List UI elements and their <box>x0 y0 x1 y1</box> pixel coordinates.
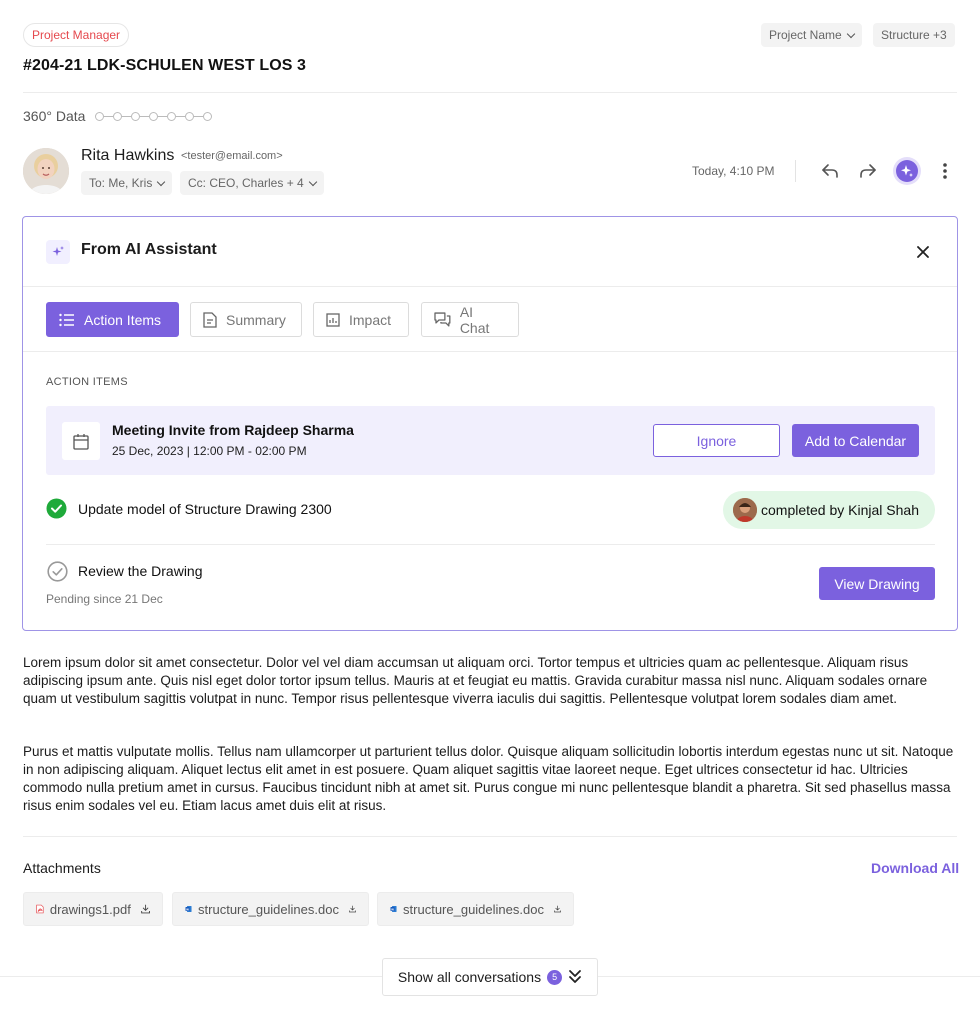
tab-impact[interactable]: Impact <box>313 302 409 337</box>
tab-ai-chat[interactable]: AI Chat <box>421 302 519 337</box>
pending-since: Pending since 21 Dec <box>46 592 163 606</box>
pending-check-icon <box>47 561 68 587</box>
avatar <box>733 498 757 522</box>
conversation-count-badge: 5 <box>547 969 563 985</box>
data360-label: 360° Data <box>23 108 86 124</box>
add-to-calendar-button[interactable]: Add to Calendar <box>792 424 919 457</box>
word-icon: W <box>390 905 397 913</box>
to-recipients-dropdown[interactable]: To: Me, Kris <box>81 171 173 195</box>
chevron-down-icon <box>308 177 317 186</box>
role-badge: Project Manager <box>23 23 130 47</box>
progress-dots-icon <box>95 111 213 121</box>
attachment-chip[interactable]: W structure_guidelines.doc <box>377 892 574 926</box>
meeting-invite-card: Meeting Invite from Rajdeep Sharma 25 De… <box>46 406 935 475</box>
show-all-conversations-button[interactable]: Show all conversations 5 <box>382 958 598 996</box>
to-label: To: Me, Kris <box>89 176 153 190</box>
structure-chip[interactable]: Structure +3 <box>873 23 955 47</box>
tab-label: AI Chat <box>459 303 490 336</box>
tab-label: Summary <box>226 311 286 328</box>
ignore-button[interactable]: Ignore <box>653 424 780 457</box>
ai-sparkle-icon <box>46 240 70 264</box>
email-timestamp: Today, 4:10 PM <box>692 164 775 178</box>
download-all-link[interactable]: Download All <box>871 860 959 876</box>
data360-row[interactable]: 360° Data <box>23 108 213 124</box>
list-icon <box>59 313 74 326</box>
panel-divider <box>23 286 957 287</box>
pending-item-text: Review the Drawing <box>78 563 203 579</box>
body-divider <box>23 836 957 837</box>
attachment-name: drawings1.pdf <box>49 901 131 917</box>
ai-sparkle-icon <box>896 160 918 182</box>
email-body-paragraph: Purus et mattis vulputate mollis. Tellus… <box>23 744 954 813</box>
project-name-dropdown[interactable]: Project Name <box>761 23 862 47</box>
svg-text:W: W <box>391 907 394 911</box>
cc-label: Cc: CEO, Charles + 4 <box>188 176 304 190</box>
tab-label: Action Items <box>84 311 162 328</box>
more-vertical-icon[interactable] <box>931 157 959 185</box>
attachment-name: structure_guidelines.doc <box>403 901 544 917</box>
section-label: ACTION ITEMS <box>46 376 128 388</box>
completed-status-badge: completed by Kinjal Shah <box>723 491 935 529</box>
chat-icon <box>434 312 451 327</box>
attachment-chip[interactable]: W structure_guidelines.doc <box>172 892 369 926</box>
tab-label: Impact <box>349 311 392 328</box>
tab-summary[interactable]: Summary <box>190 302 302 337</box>
sender-avatar <box>23 148 69 194</box>
attachment-name: structure_guidelines.doc <box>198 901 339 917</box>
download-icon[interactable] <box>141 902 150 916</box>
chevron-down-icon <box>846 29 855 38</box>
calendar-icon <box>62 422 100 460</box>
structure-label: Structure +3 <box>881 28 947 42</box>
tab-action-items[interactable]: Action Items <box>46 302 179 337</box>
attachment-chip[interactable]: drawings1.pdf <box>23 892 163 926</box>
download-icon[interactable] <box>349 902 356 916</box>
view-drawing-button[interactable]: View Drawing <box>819 567 935 600</box>
pdf-icon <box>36 904 44 914</box>
word-icon: W <box>185 905 192 913</box>
download-icon[interactable] <box>554 902 561 916</box>
completed-item-text: Update model of Structure Drawing 2300 <box>78 501 332 517</box>
ai-sparkle-button[interactable] <box>893 157 921 185</box>
attachments-title: Attachments <box>23 860 101 876</box>
check-circle-icon <box>46 498 67 524</box>
show-all-label: Show all conversations <box>397 969 542 985</box>
ai-assistant-panel: From AI Assistant Action Items Summary I… <box>22 216 958 631</box>
header-divider <box>23 92 957 93</box>
item-divider <box>46 544 935 545</box>
chart-icon <box>326 312 340 327</box>
email-body-paragraph: Lorem ipsum dolor sit amet consectetur. … <box>23 655 928 706</box>
project-name-label: Project Name <box>769 28 842 42</box>
completed-status-text: completed by Kinjal Shah <box>761 502 919 518</box>
ai-panel-title: From AI Assistant <box>81 241 217 258</box>
chevron-down-icon <box>157 177 166 186</box>
svg-text:W: W <box>186 907 189 911</box>
toolbar-separator <box>795 160 796 182</box>
page-title: #204-21 LDK-SCHULEN WEST LOS 3 <box>23 57 307 74</box>
sender-email: <tester@email.com> <box>181 150 283 162</box>
meeting-time: 25 Dec, 2023 | 12:00 PM - 02:00 PM <box>112 444 307 458</box>
cc-recipients-dropdown[interactable]: Cc: CEO, Charles + 4 <box>180 171 324 195</box>
document-icon <box>203 311 217 328</box>
forward-icon[interactable] <box>854 157 882 185</box>
close-icon[interactable] <box>911 240 935 264</box>
meeting-title: Meeting Invite from Rajdeep Sharma <box>112 422 354 438</box>
tabs-divider <box>23 351 957 352</box>
sender-name: Rita Hawkins <box>81 147 175 164</box>
double-chevron-down-icon <box>569 970 581 983</box>
reply-icon[interactable] <box>816 157 844 185</box>
